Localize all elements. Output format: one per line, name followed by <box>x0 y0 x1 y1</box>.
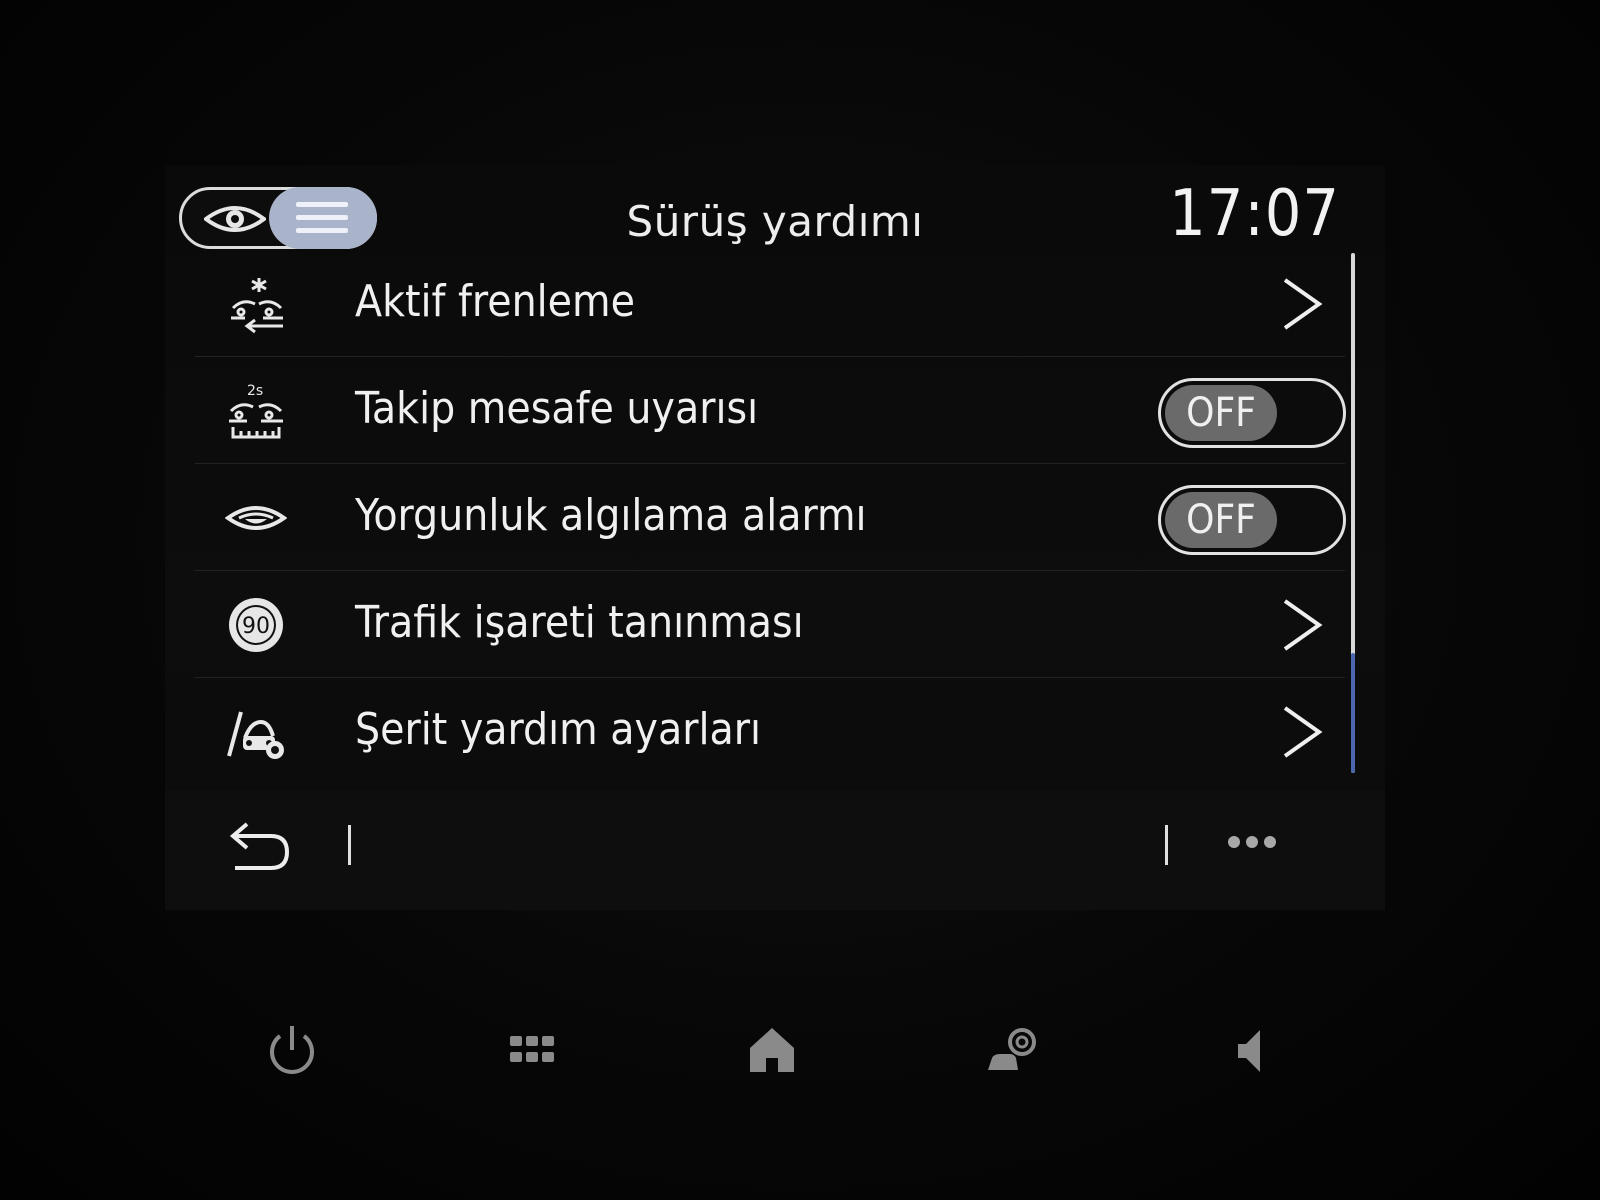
svg-text:2s: 2s <box>247 383 263 399</box>
home-icon[interactable] <box>742 1020 802 1080</box>
settings-list: Aktif frenleme 2s Takip mesafe uyarısı O… <box>195 250 1346 784</box>
distance-warning-switch[interactable]: OFF <box>1158 378 1346 448</box>
bar-separator <box>1165 825 1168 865</box>
setting-row-active-braking[interactable]: Aktif frenleme <box>195 250 1345 357</box>
bar-separator <box>348 825 351 865</box>
fatigue-alarm-switch[interactable]: OFF <box>1158 485 1346 555</box>
setting-label: Aktif frenleme <box>355 276 635 327</box>
hardware-dock <box>0 1000 1600 1100</box>
setting-row-distance-warning[interactable]: 2s Takip mesafe uyarısı OFF <box>195 357 1346 464</box>
infotainment-screen: Sürüş yardımı 17:07 Aktif frenleme 2s Ta… <box>165 165 1385 910</box>
setting-row-fatigue-alarm[interactable]: Yorgunluk algılama alarmı OFF <box>195 464 1346 571</box>
bottom-action-bar <box>165 790 1385 910</box>
car-settings-icon[interactable] <box>984 1020 1044 1080</box>
distance-warning-icon: 2s <box>229 383 283 439</box>
setting-row-traffic-sign[interactable]: 90 Trafik işareti tanınması <box>195 571 1345 678</box>
apps-grid-icon[interactable] <box>502 1020 562 1080</box>
switch-state: OFF <box>1165 385 1277 441</box>
setting-row-lane-assist[interactable]: Şerit yardım ayarları <box>195 678 1345 784</box>
fatigue-eye-icon <box>225 506 287 530</box>
volume-icon[interactable] <box>1224 1020 1284 1080</box>
chevron-right-icon[interactable] <box>1279 704 1325 760</box>
lane-assist-icon <box>227 711 284 759</box>
switch-state: OFF <box>1165 492 1277 548</box>
speed-sign-text: 90 <box>242 614 270 639</box>
clock: 17:07 <box>1169 177 1340 251</box>
active-braking-icon <box>231 278 283 334</box>
back-arrow-icon[interactable] <box>227 818 293 872</box>
chevron-right-icon[interactable] <box>1279 276 1325 332</box>
setting-label: Şerit yardım ayarları <box>355 704 761 755</box>
setting-label: Yorgunluk algılama alarmı <box>355 490 867 541</box>
scrollbar-track-end <box>1351 653 1355 773</box>
power-icon[interactable] <box>262 1020 322 1080</box>
setting-label: Takip mesafe uyarısı <box>355 383 759 434</box>
speed-sign-icon: 90 <box>229 598 283 652</box>
more-dots-icon[interactable] <box>1227 834 1277 850</box>
chevron-right-icon[interactable] <box>1279 597 1325 653</box>
setting-label: Trafik işareti tanınması <box>355 597 804 648</box>
